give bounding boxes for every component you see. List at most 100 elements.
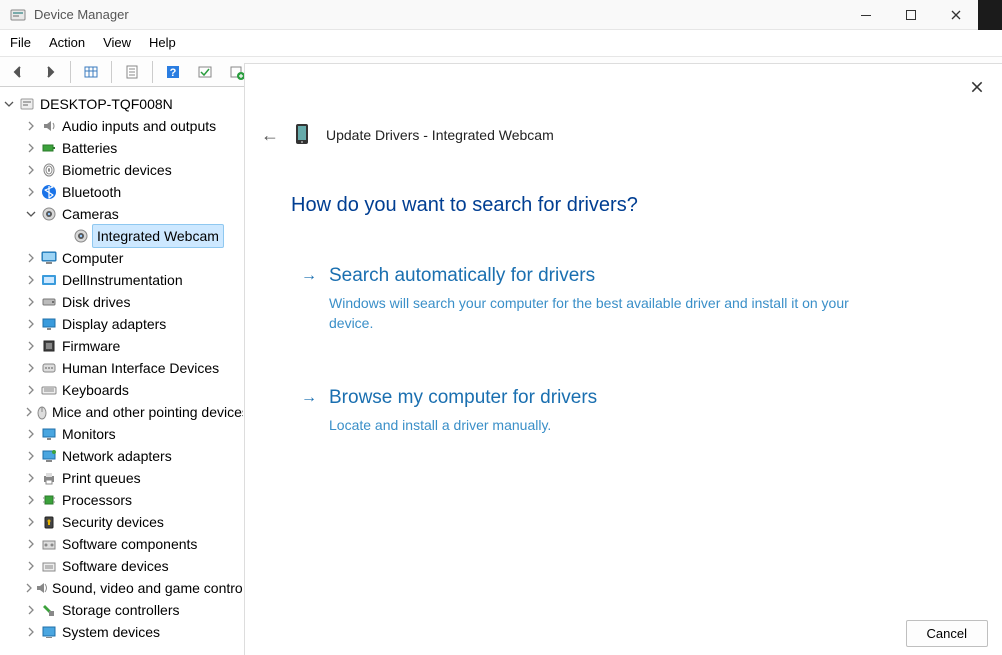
tree-category[interactable]: Print queues [2, 467, 243, 489]
tree-category[interactable]: Bluetooth [2, 181, 243, 203]
tree-item-label: Storage controllers [60, 599, 182, 621]
tree-category[interactable]: Software devices [2, 555, 243, 577]
chevron-right-icon [24, 319, 38, 329]
chevron-right-icon [24, 253, 38, 263]
tree-category[interactable]: Display adapters [2, 313, 243, 335]
tree-category[interactable]: Firmware [2, 335, 243, 357]
cancel-button[interactable]: Cancel [906, 620, 988, 647]
chevron-right-icon [24, 451, 38, 461]
chevron-right-icon [24, 121, 38, 131]
chevron-right-icon [24, 517, 38, 527]
chevron-right-icon [24, 473, 38, 483]
tree-item-label: Network adapters [60, 445, 174, 467]
tree-category[interactable]: DellInstrumentation [2, 269, 243, 291]
tree-category[interactable]: Mice and other pointing devices [2, 401, 243, 423]
tree-category[interactable]: Network adapters [2, 445, 243, 467]
maximize-button[interactable] [888, 0, 933, 30]
chevron-right-icon [24, 407, 34, 417]
tree-item-label: Software devices [60, 555, 171, 577]
menu-file[interactable]: File [10, 35, 31, 50]
option-title: Search automatically for drivers [329, 265, 595, 287]
ic-battery-icon [38, 140, 60, 156]
tree-category[interactable]: Monitors [2, 423, 243, 445]
device-tree[interactable]: DESKTOP-TQF008NAudio inputs and outputsB… [0, 87, 243, 652]
tree-item-label: Processors [60, 489, 134, 511]
dialog-back-button[interactable]: ← [260, 125, 280, 146]
dialog-heading: How do you want to search for drivers? [291, 194, 1002, 217]
tree-item-label: Disk drives [60, 291, 132, 313]
chevron-right-icon [24, 363, 38, 373]
toolbar-separator [111, 61, 112, 83]
tree-category[interactable]: Cameras [2, 203, 243, 225]
menu-help[interactable]: Help [149, 35, 176, 50]
tree-item-label: Monitors [60, 423, 118, 445]
tree-item-label: Display adapters [60, 313, 168, 335]
tree-device[interactable]: Integrated Webcam [2, 225, 243, 247]
ic-security-icon [38, 514, 60, 530]
tree-item-label: Sound, video and game controllers [50, 577, 243, 599]
ic-camera-icon [38, 206, 60, 222]
close-button[interactable] [933, 0, 978, 30]
chevron-right-icon [24, 297, 38, 307]
chevron-right-icon [24, 429, 38, 439]
tree-item-label: Biometric devices [60, 159, 174, 181]
toolbar-back-button[interactable] [4, 60, 32, 84]
app-icon [10, 7, 26, 23]
toolbar-show-hidden-button[interactable] [77, 60, 105, 84]
toolbar-scan-button[interactable] [191, 60, 219, 84]
tree-category[interactable]: Disk drives [2, 291, 243, 313]
chevron-right-icon [24, 187, 38, 197]
chevron-right-icon [24, 539, 38, 549]
tree-category[interactable]: Storage controllers [2, 599, 243, 621]
ic-display-icon [38, 316, 60, 332]
tree-category[interactable]: Sound, video and game controllers [2, 577, 243, 599]
chevron-right-icon [24, 275, 38, 285]
ic-disk-icon [38, 294, 60, 310]
tree-category[interactable]: Software components [2, 533, 243, 555]
ic-cpu-icon [38, 492, 60, 508]
tree-category[interactable]: Human Interface Devices [2, 357, 243, 379]
tree-category[interactable]: Security devices [2, 511, 243, 533]
chevron-right-icon [24, 495, 38, 505]
toolbar-properties-button[interactable] [118, 60, 146, 84]
option-search-automatically[interactable]: → Search automatically for drivers Windo… [301, 265, 921, 333]
chevron-right-icon [24, 627, 38, 637]
tree-category[interactable]: Biometric devices [2, 159, 243, 181]
update-drivers-dialog: ← Update Drivers - Integrated Webcam How… [244, 63, 1002, 655]
ic-swdev-icon [38, 558, 60, 574]
tree-category[interactable]: System devices [2, 621, 243, 643]
chevron-right-icon [24, 341, 38, 351]
chevron-right-icon [24, 165, 38, 175]
title-bar: Device Manager [0, 0, 1002, 30]
menu-view[interactable]: View [103, 35, 131, 50]
menu-action[interactable]: Action [49, 35, 85, 50]
dialog-close-button[interactable] [962, 72, 992, 102]
tree-root[interactable]: DESKTOP-TQF008N [2, 93, 243, 115]
tree-item-label: Firmware [60, 335, 122, 357]
tree-item-label: System devices [60, 621, 162, 643]
dialog-title: Update Drivers - Integrated Webcam [326, 127, 554, 143]
ic-mouse-icon [34, 404, 50, 420]
tree-category[interactable]: Processors [2, 489, 243, 511]
chevron-right-icon [24, 385, 38, 395]
chevron-right-icon [24, 605, 38, 615]
option-browse-computer[interactable]: → Browse my computer for drivers Locate … [301, 387, 921, 435]
toolbar-help-button[interactable] [159, 60, 187, 84]
window-title: Device Manager [34, 7, 843, 22]
tree-item-label: Print queues [60, 467, 143, 489]
tree-category[interactable]: Audio inputs and outputs [2, 115, 243, 137]
ic-computer-icon [38, 250, 60, 266]
tree-item-label: Software components [60, 533, 199, 555]
toolbar-forward-button[interactable] [36, 60, 64, 84]
tree-category[interactable]: Batteries [2, 137, 243, 159]
tree-category[interactable]: Computer [2, 247, 243, 269]
toolbar-separator [152, 61, 153, 83]
tree-item-label: Bluetooth [60, 181, 123, 203]
chevron-down-icon [2, 99, 16, 109]
tree-item-label: Batteries [60, 137, 119, 159]
ic-network-icon [38, 448, 60, 464]
tree-category[interactable]: Keyboards [2, 379, 243, 401]
minimize-button[interactable] [843, 0, 888, 30]
tree-item-label: Integrated Webcam [92, 224, 224, 248]
tree-item-label: Security devices [60, 511, 166, 533]
